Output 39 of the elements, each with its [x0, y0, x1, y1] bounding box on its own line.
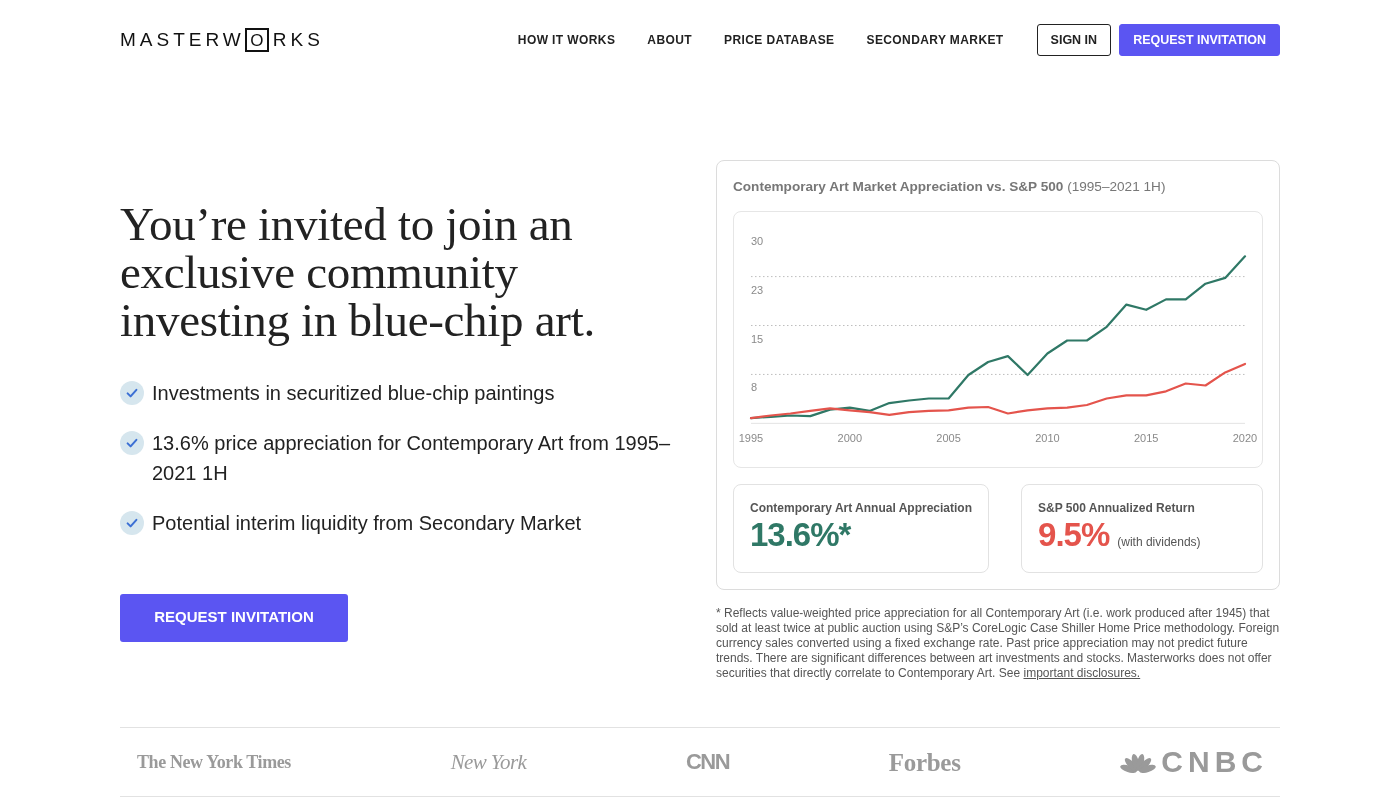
stat-value: 13.6%*: [750, 516, 851, 554]
logo[interactable]: MASTERW O RKS: [120, 28, 324, 52]
sign-in-button[interactable]: SIGN IN: [1036, 24, 1112, 56]
nav-link[interactable]: PRICE DATABASE: [724, 31, 835, 49]
check-icon: [120, 380, 144, 405]
nav-link[interactable]: SECONDARY MARKET: [866, 31, 1004, 49]
press-logo: Forbes: [888, 749, 961, 775]
axis-tick-label: 15: [751, 332, 764, 345]
axis-tick-label: 8: [751, 381, 758, 394]
axis-tick-label: 2020: [1232, 432, 1258, 444]
axis-tick-label: 2000: [837, 432, 863, 444]
stat-note: (with dividends): [1117, 534, 1201, 551]
axis-tick-label: 2005: [936, 432, 961, 444]
axis-tick-label: 30: [751, 234, 764, 247]
chart-title: Contemporary Art Market Appreciation vs. S&P 500 (1995–2021 1H): [733, 178, 1167, 196]
axis-tick-label: 1995: [738, 432, 764, 444]
stat-label: S&P 500 Annualized Return: [1038, 500, 1196, 516]
nav-link[interactable]: ABOUT: [647, 31, 692, 49]
peacock-icon: [1120, 751, 1157, 773]
bullet-text: Investments in securitized blue-chip paintings: [152, 380, 555, 406]
axis-tick-label: 2010: [1035, 432, 1060, 444]
axis-tick-label: 2015: [1133, 432, 1159, 444]
press-logo: The New York Times: [137, 753, 291, 771]
press-logo: CNBC: [1161, 747, 1268, 777]
disclosures-link[interactable]: important disclosures.: [1023, 666, 1141, 680]
bullet-text: 13.6% price appreciation for Contemporary Art from 1995–2021 1H: [152, 430, 672, 486]
press-logo: New York: [450, 751, 527, 773]
bullet-text: Potential interim liquidity from Secondary Market: [152, 510, 582, 536]
check-icon: [120, 510, 144, 535]
headline: You’re invited to join an exclusive community investing in blue-chip art.: [120, 199, 596, 344]
request-invitation-button[interactable]: REQUEST INVITATION: [120, 593, 348, 642]
press-logo: CNN: [685, 751, 730, 773]
request-invitation-button[interactable]: REQUEST INVITATION: [1119, 24, 1280, 56]
check-icon: [120, 430, 144, 455]
nav-link[interactable]: HOW IT WORKS: [517, 31, 616, 49]
footnote-text: * Reflects value-weighted price appreciation for all Contemporary Art (i.e. work produced after 1945) that sold at least twice at public auction using S&P’s CoreLogic Case Shiller Home Price methodology. Foreign currency sales converted using a fixed exchange rate. Past price appreciation may not predict future trends. There are significant differences between art investments and stocks. Masterworks does not offer securities that directly correlate to Contemporary Art. See important disclosures.: [716, 606, 1280, 681]
stat-label: Contemporary Art Annual Appreciation: [750, 500, 973, 516]
axis-tick-label: 23: [751, 283, 764, 296]
stat-value: 9.5%: [1038, 516, 1110, 554]
